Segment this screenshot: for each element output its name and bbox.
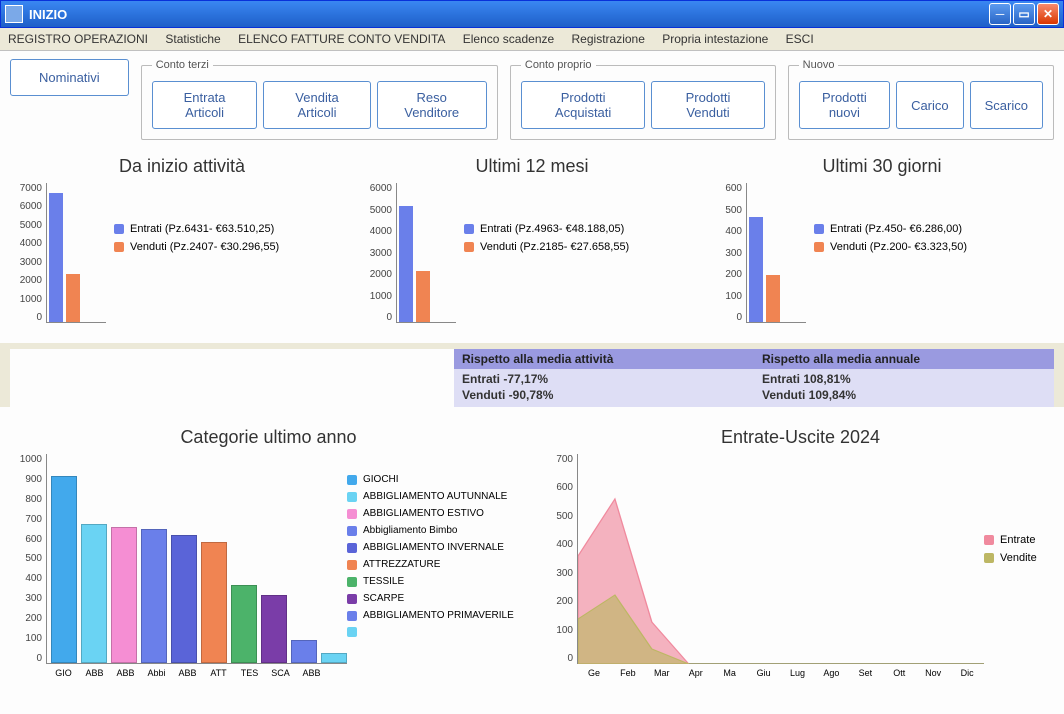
chart-entrate-uscite: Entrate-Uscite 2024 70060050040030020010… bbox=[547, 427, 1054, 704]
chart-title: Ultimi 30 giorni bbox=[710, 156, 1054, 177]
legend-item: Entrati (Pz.4963- €48.188,05) bbox=[464, 223, 700, 235]
carico-button[interactable]: Carico bbox=[896, 81, 964, 129]
vendita-articoli-button[interactable]: Vendita Articoli bbox=[263, 81, 370, 129]
legend-item: ABBIGLIAMENTO INVERNALE bbox=[347, 542, 527, 553]
bar bbox=[111, 527, 137, 664]
legend-item: GIOCHI bbox=[347, 474, 527, 485]
chart-ultimi-30-giorni: Ultimi 30 giorni 6005004003002001000Entr… bbox=[710, 156, 1054, 343]
bar bbox=[51, 476, 77, 663]
bar bbox=[399, 206, 413, 322]
bar bbox=[766, 275, 780, 322]
menu-statistiche[interactable]: Statistiche bbox=[165, 32, 220, 46]
menu-registrazione[interactable]: Registrazione bbox=[572, 32, 645, 46]
legend-item: Venduti (Pz.2185- €27.658,55) bbox=[464, 241, 700, 253]
menu-elenco-fatture[interactable]: ELENCO FATTURE CONTO VENDITA bbox=[238, 32, 445, 46]
legend-conto-terzi: Conto terzi bbox=[152, 59, 213, 71]
legend-item: Entrati (Pz.450- €6.286,00) bbox=[814, 223, 1050, 235]
chart-title: Ultimi 12 mesi bbox=[360, 156, 704, 177]
stats-media-annuale: Rispetto alla media annuale Entrati 108,… bbox=[754, 349, 1054, 407]
legend-item: ABBIGLIAMENTO PRIMAVERILE bbox=[347, 610, 527, 621]
menu-registro[interactable]: REGISTRO OPERAZIONI bbox=[8, 32, 148, 46]
legend-item: Venduti (Pz.2407- €30.296,55) bbox=[114, 241, 350, 253]
legend-item: Abbigliamento Bimbo bbox=[347, 525, 527, 536]
area-legend: Entrate Vendite bbox=[984, 454, 1054, 704]
bar bbox=[749, 217, 763, 322]
legend-item: Entrati (Pz.6431- €63.510,25) bbox=[114, 223, 350, 235]
entrata-articoli-button[interactable]: Entrata Articoli bbox=[152, 81, 258, 129]
legend-item bbox=[347, 627, 527, 637]
group-conto-proprio: Conto proprio Prodotti Acquistati Prodot… bbox=[510, 59, 776, 140]
maximize-button[interactable]: ▭ bbox=[1013, 3, 1035, 25]
bar bbox=[201, 542, 227, 663]
categories-legend: GIOCHI ABBIGLIAMENTO AUTUNNALE ABBIGLIAMEN… bbox=[347, 454, 527, 704]
chart-inizio-attivita: Da inizio attività 700060005000400030002… bbox=[10, 156, 354, 343]
chart-ultimi-12-mesi: Ultimi 12 mesi 6000500040003000200010000… bbox=[360, 156, 704, 343]
menu-propria-intestazione[interactable]: Propria intestazione bbox=[662, 32, 768, 46]
stats-venduti: Venduti -90,78% bbox=[462, 388, 746, 402]
bar bbox=[49, 193, 63, 322]
bar bbox=[321, 653, 347, 663]
stats-tables: Rispetto alla media attività Entrati -77… bbox=[10, 349, 1054, 407]
chart-title: Da inizio attività bbox=[10, 156, 354, 177]
toolbar: Nominativi Conto terzi Entrata Articoli … bbox=[0, 51, 1064, 152]
stats-header: Rispetto alla media attività bbox=[454, 349, 754, 369]
bar bbox=[171, 535, 197, 663]
legend-item: TESSILE bbox=[347, 576, 527, 587]
bar bbox=[416, 271, 430, 322]
chart-title: Entrate-Uscite 2024 bbox=[547, 427, 1054, 448]
prodotti-venduti-button[interactable]: Prodotti Venduti bbox=[651, 81, 764, 129]
chart-categorie: Categorie ultimo anno 100090080070060050… bbox=[10, 427, 527, 704]
nominativi-button[interactable]: Nominativi bbox=[10, 59, 129, 96]
window-title: INIZIO bbox=[29, 7, 67, 22]
legend-item: ABBIGLIAMENTO ESTIVO bbox=[347, 508, 527, 519]
stats-venduti: Venduti 109,84% bbox=[762, 388, 1046, 402]
top-charts-row: Da inizio attività 700060005000400030002… bbox=[0, 152, 1064, 343]
legend-item: ABBIGLIAMENTO AUTUNNALE bbox=[347, 491, 527, 502]
app-icon bbox=[5, 5, 23, 23]
group-conto-terzi: Conto terzi Entrata Articoli Vendita Art… bbox=[141, 59, 498, 140]
legend-item: ATTREZZATURE bbox=[347, 559, 527, 570]
legend-item: Venduti (Pz.200- €3.323,50) bbox=[814, 241, 1050, 253]
legend-item: Vendite bbox=[984, 552, 1054, 564]
stats-entrati: Entrati -77,17% bbox=[462, 372, 746, 386]
legend-conto-proprio: Conto proprio bbox=[521, 59, 596, 71]
legend-item: SCARPE bbox=[347, 593, 527, 604]
bar bbox=[66, 274, 80, 322]
bar bbox=[141, 529, 167, 663]
bar bbox=[261, 595, 287, 663]
bar bbox=[231, 585, 257, 663]
minimize-button[interactable]: ─ bbox=[989, 3, 1011, 25]
chart-title: Categorie ultimo anno bbox=[10, 427, 527, 448]
stats-entrati: Entrati 108,81% bbox=[762, 372, 1046, 386]
legend-item: Entrate bbox=[984, 534, 1054, 546]
reso-venditore-button[interactable]: Reso Venditore bbox=[377, 81, 487, 129]
menu-bar: REGISTRO OPERAZIONI Statistiche ELENCO F… bbox=[0, 28, 1064, 51]
menu-elenco-scadenze[interactable]: Elenco scadenze bbox=[463, 32, 554, 46]
prodotti-acquistati-button[interactable]: Prodotti Acquistati bbox=[521, 81, 645, 129]
stats-header: Rispetto alla media annuale bbox=[754, 349, 1054, 369]
window-titlebar: INIZIO ─ ▭ ✕ bbox=[0, 0, 1064, 28]
bottom-charts-row: Categorie ultimo anno 100090080070060050… bbox=[0, 407, 1064, 714]
bar bbox=[291, 640, 317, 663]
scarico-button[interactable]: Scarico bbox=[970, 81, 1043, 129]
stats-media-attivita: Rispetto alla media attività Entrati -77… bbox=[454, 349, 754, 407]
bar bbox=[81, 524, 107, 663]
legend-nuovo: Nuovo bbox=[799, 59, 839, 71]
prodotti-nuovi-button[interactable]: Prodotti nuovi bbox=[799, 81, 890, 129]
menu-esci[interactable]: ESCI bbox=[786, 32, 814, 46]
group-nuovo: Nuovo Prodotti nuovi Carico Scarico bbox=[788, 59, 1054, 140]
close-button[interactable]: ✕ bbox=[1037, 3, 1059, 25]
